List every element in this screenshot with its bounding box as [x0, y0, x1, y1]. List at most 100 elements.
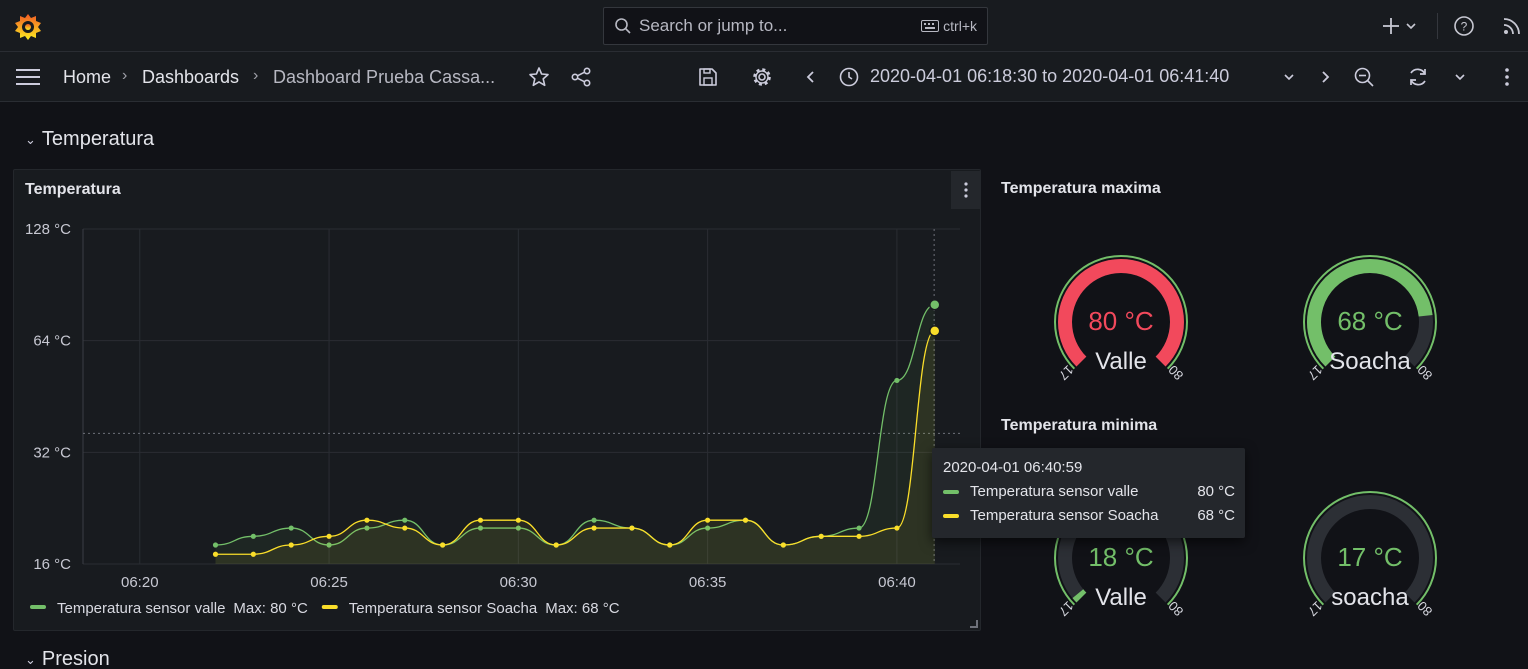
data-point[interactable]	[515, 517, 521, 523]
data-point[interactable]	[780, 542, 786, 548]
chevron-down-icon[interactable]	[1404, 15, 1418, 37]
data-point[interactable]	[929, 298, 941, 311]
data-point[interactable]	[477, 517, 484, 523]
data-point[interactable]	[856, 533, 862, 539]
row-header-presion[interactable]: ⌄ Presion	[25, 648, 110, 669]
data-point[interactable]	[250, 551, 256, 557]
data-point[interactable]	[553, 542, 559, 548]
y-tick-label: 64 °C	[33, 333, 71, 350]
tooltip-series-name: Temperatura sensor valle	[970, 483, 1139, 500]
series-color-swatch	[943, 489, 959, 494]
x-tick-label: 06:30	[500, 574, 538, 591]
data-point[interactable]	[894, 525, 900, 531]
data-point[interactable]	[440, 542, 446, 548]
gauge-max-label: 80	[1165, 598, 1186, 619]
chevron-left-icon[interactable]	[804, 68, 818, 86]
legend-item[interactable]: Temperatura sensor Soacha Max: 68 °C	[321, 600, 620, 617]
data-point[interactable]	[818, 533, 824, 539]
breadcrumb-dashboards[interactable]: Dashboards	[142, 67, 239, 88]
help-icon[interactable]: ?	[1453, 15, 1475, 37]
data-point[interactable]	[667, 542, 673, 548]
search-placeholder: Search or jump to...	[639, 16, 788, 35]
gauge-value-text: 18 °C	[1088, 542, 1153, 572]
legend-swatch	[321, 605, 338, 609]
series-area	[215, 330, 935, 564]
search-box[interactable]: Search or jump to... ctrl+k	[603, 7, 988, 45]
chart-tooltip: 2020-04-01 06:40:59 Temperatura sensor v…	[932, 448, 1245, 538]
data-point[interactable]	[212, 551, 219, 557]
series-color-swatch	[943, 513, 959, 518]
gauge-soacha[interactable]: 17 80 68 °C Soacha	[1303, 255, 1437, 383]
chevron-down-icon: ⌄	[25, 651, 36, 667]
gauge-valle[interactable]: 17 80 80 °C Valle	[1054, 255, 1188, 383]
clock-icon	[839, 67, 859, 87]
refresh-icon[interactable]	[1407, 66, 1429, 88]
x-tick-label: 06:40	[878, 574, 916, 591]
grafana-logo-icon[interactable]	[13, 12, 43, 42]
gauge-label: Valle	[1095, 348, 1147, 375]
data-point[interactable]	[288, 542, 294, 548]
legend-item[interactable]: Temperatura sensor valle Max: 80 °C	[30, 600, 308, 617]
data-point[interactable]	[929, 325, 941, 337]
data-point[interactable]	[591, 517, 597, 523]
star-icon[interactable]	[528, 66, 550, 88]
gauge-min-label: 17	[1056, 362, 1077, 383]
data-point[interactable]	[894, 377, 900, 384]
data-point[interactable]	[402, 525, 408, 531]
gauge-min-label: 17	[1305, 598, 1326, 619]
chevron-down-icon[interactable]	[1453, 68, 1467, 86]
top-bar: Search or jump to... ctrl+k ?	[0, 0, 1528, 52]
chevron-down-icon[interactable]	[1282, 68, 1296, 86]
y-tick-label: 128 °C	[25, 221, 71, 238]
time-range-picker[interactable]: 2020-04-01 06:18:30 to 2020-04-01 06:41:…	[870, 66, 1229, 87]
tooltip-series-value: 80 °C	[1197, 483, 1235, 500]
save-icon[interactable]	[697, 66, 719, 88]
data-point[interactable]	[288, 525, 294, 531]
breadcrumb-separator: ›	[122, 67, 128, 84]
data-point[interactable]	[705, 517, 711, 523]
keyboard-icon	[921, 20, 940, 32]
x-tick-label: 06:25	[310, 574, 348, 591]
temperature-chart[interactable]: 16 °C 32 °C 64 °C 128 °C 06:20 06:25 06:30 06:3…	[13, 170, 981, 630]
gauge-max-label: 80	[1414, 362, 1435, 383]
tooltip-row: Temperatura sensor valle 80 °C	[943, 483, 1235, 500]
gauge-max-label: 80	[1165, 362, 1186, 383]
gauge-min-label: 17	[1056, 598, 1077, 619]
data-point[interactable]	[212, 542, 219, 548]
kebab-menu-icon[interactable]	[1499, 66, 1515, 88]
row-title: Temperatura	[41, 128, 155, 150]
data-point[interactable]	[250, 533, 256, 539]
chevron-right-icon[interactable]	[1318, 68, 1332, 86]
menu-icon[interactable]	[15, 67, 41, 87]
legend-label: Temperatura sensor valle	[57, 600, 225, 617]
data-point[interactable]	[856, 525, 862, 531]
gauges-area: 17 80 80 °C Valle 17 8068 °CSoacha 17 80 18 °C Va…	[1054, 255, 1437, 619]
data-point[interactable]	[402, 517, 408, 523]
shortcut-hint: ctrl+k	[921, 18, 977, 34]
gauge-soacha[interactable]: 17 80 17 °C soacha	[1303, 491, 1437, 619]
data-point[interactable]	[326, 533, 332, 539]
rss-icon[interactable]	[1501, 15, 1523, 37]
svg-text:?: ?	[1461, 20, 1468, 34]
settings-icon[interactable]	[751, 66, 773, 88]
data-point[interactable]	[629, 525, 635, 531]
shortcut-text: ctrl+k	[943, 18, 977, 34]
row-header-temperatura[interactable]: ⌄ Temperatura	[25, 128, 154, 151]
share-icon[interactable]	[570, 66, 592, 88]
data-point[interactable]	[364, 517, 370, 523]
data-point[interactable]	[742, 517, 749, 523]
tooltip-time: 2020-04-01 06:40:59	[943, 459, 1083, 476]
legend-label: Temperatura sensor Soacha	[349, 600, 538, 617]
data-point[interactable]	[591, 525, 597, 531]
chevron-down-icon: ⌄	[25, 131, 36, 147]
breadcrumb-home[interactable]: Home	[63, 67, 111, 88]
gauge-value-text: 80 °C	[1088, 306, 1153, 336]
series-line[interactable]	[215, 330, 936, 555]
zoom-out-icon[interactable]	[1353, 66, 1375, 88]
gauge-panel-title-max[interactable]: Temperatura maxima	[1001, 180, 1161, 198]
gauge-label: soacha	[1331, 584, 1409, 611]
breadcrumb-current: Dashboard Prueba Cassa...	[273, 67, 496, 87]
search-icon	[615, 18, 631, 34]
dashboard-nav-bar: Home › Dashboards › Dashboard Prueba Cas…	[0, 52, 1528, 102]
plus-icon[interactable]	[1380, 15, 1402, 37]
